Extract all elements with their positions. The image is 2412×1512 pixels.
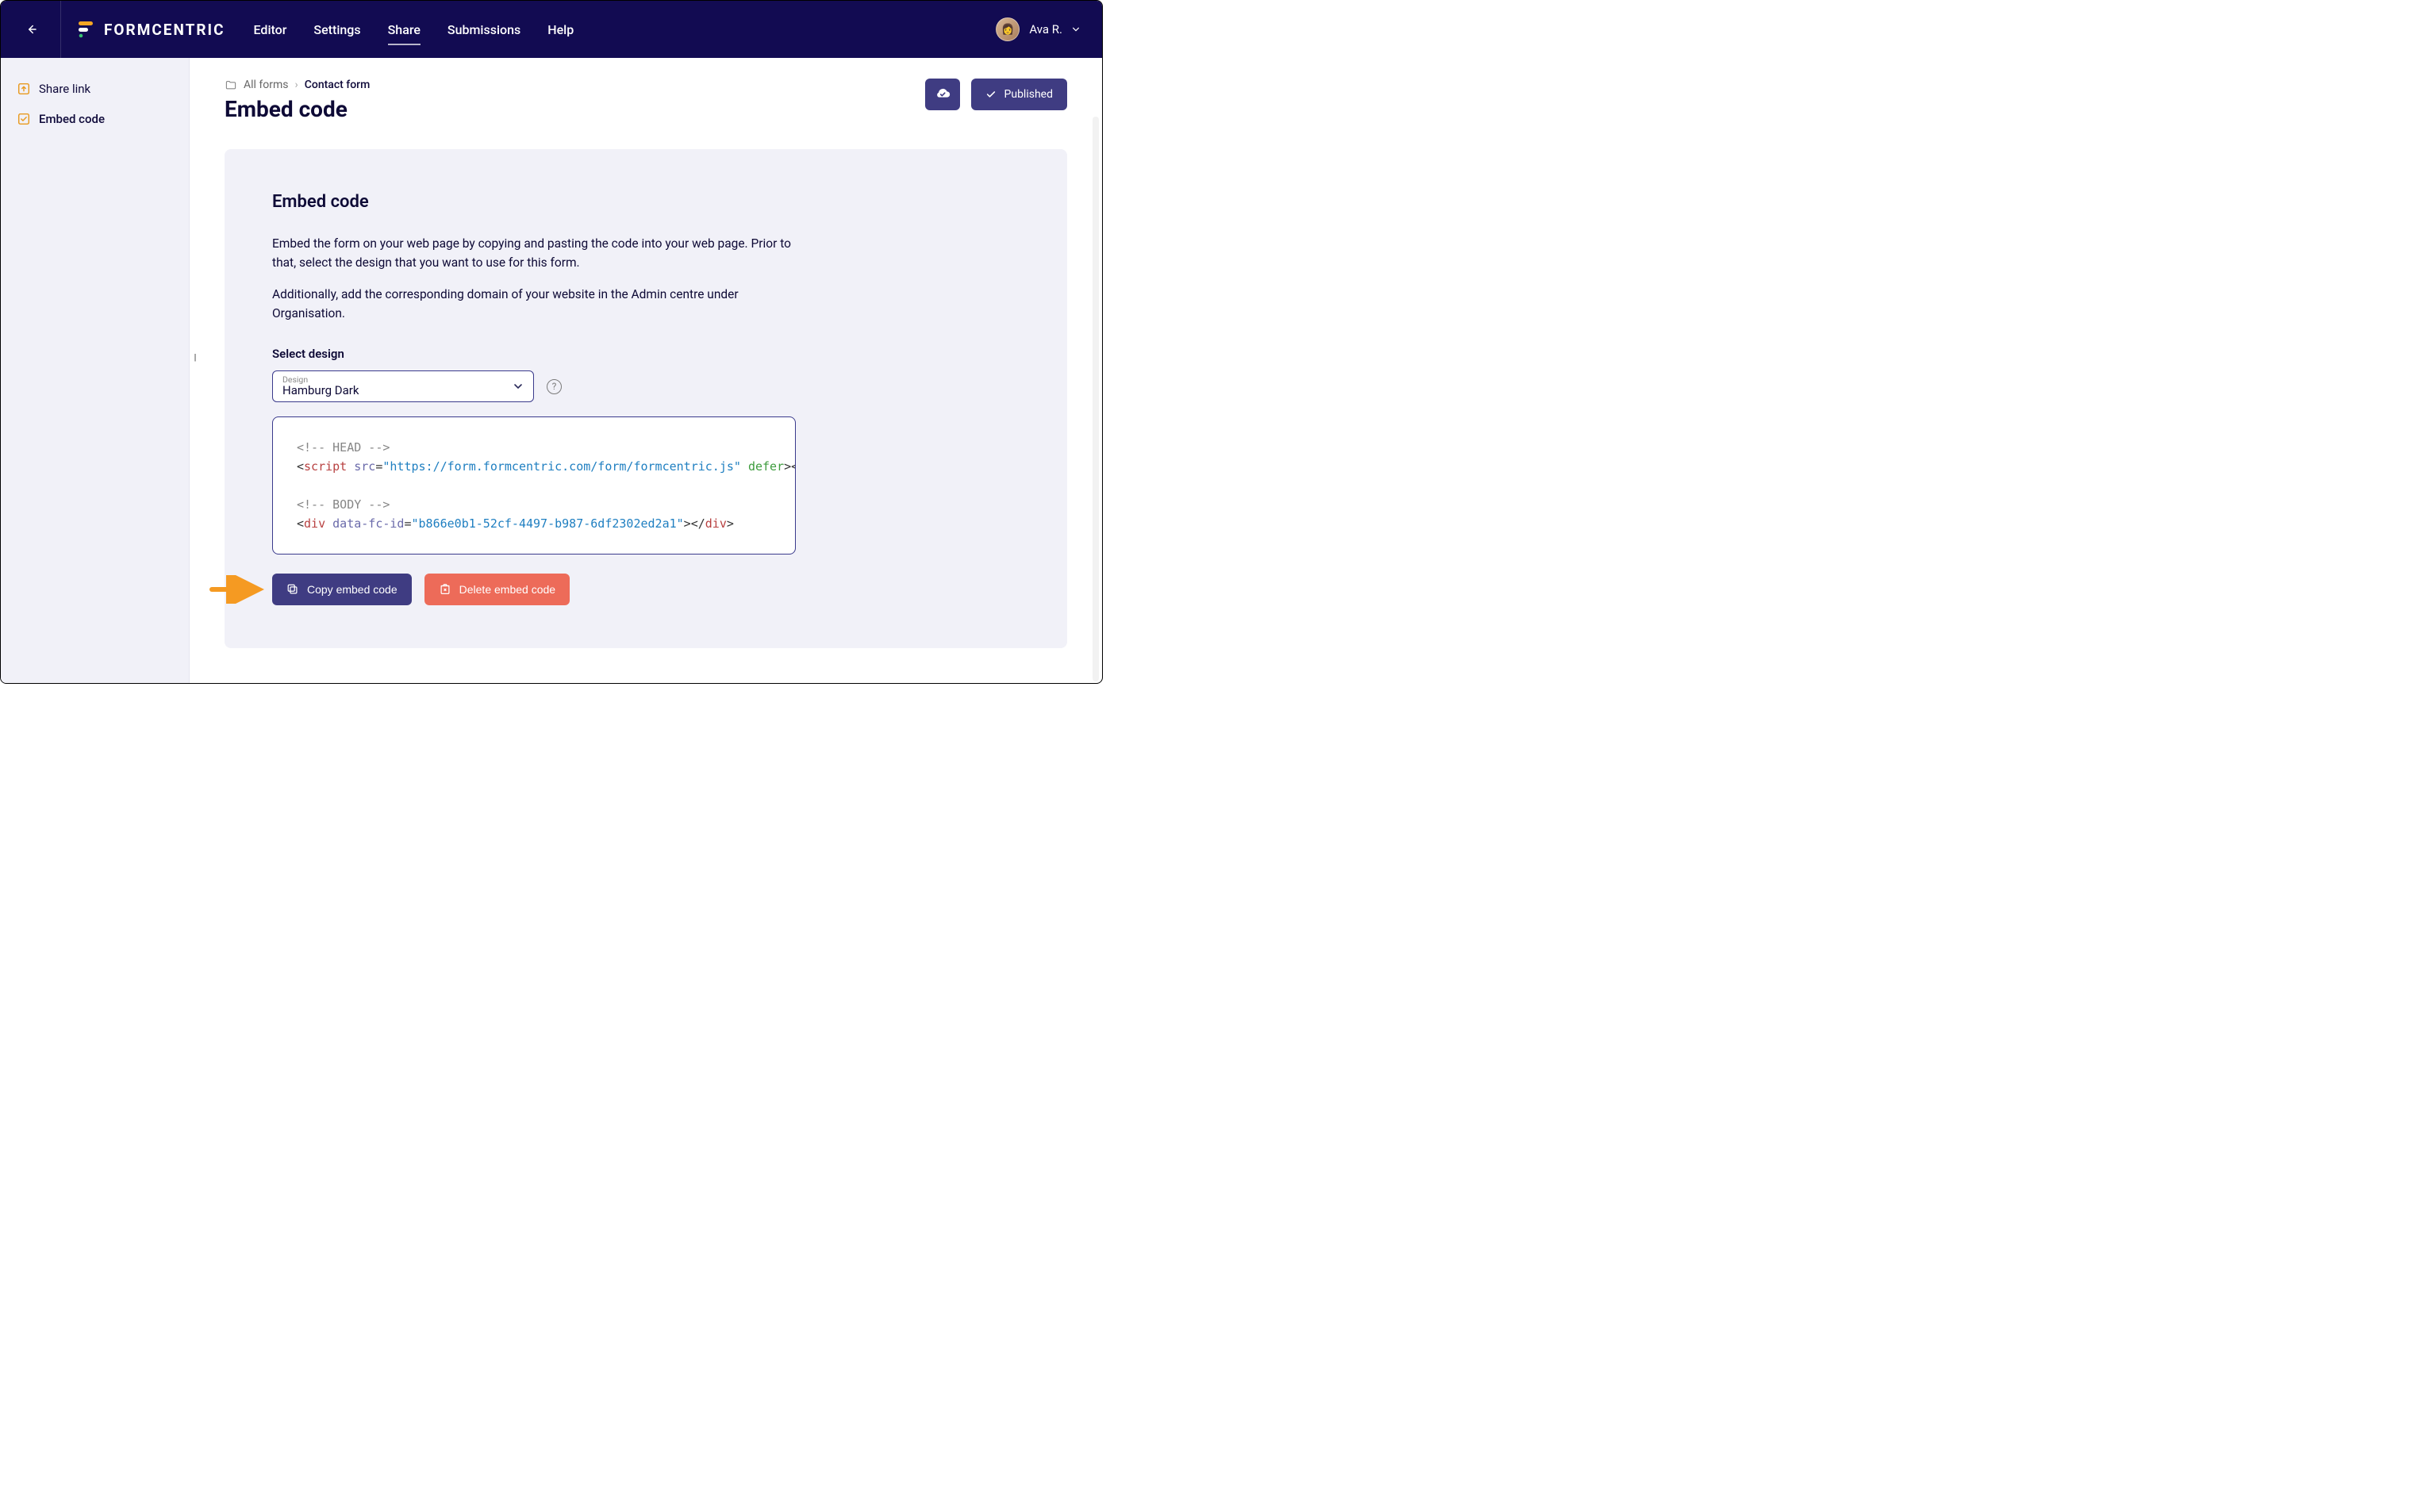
copy-icon	[286, 583, 299, 596]
code-head-comment: <!-- HEAD -->	[297, 440, 390, 455]
published-label: Published	[1004, 88, 1053, 101]
nav-item-submissions[interactable]: Submissions	[447, 17, 520, 42]
nav-item-editor[interactable]: Editor	[254, 17, 287, 42]
chevron-down-icon	[513, 381, 524, 392]
published-button[interactable]: Published	[971, 79, 1067, 110]
brand-logo[interactable]: FORMCENTRIC	[61, 20, 254, 39]
cloud-save-button[interactable]	[925, 79, 960, 110]
page-top-actions: Published	[925, 79, 1067, 110]
vertical-scrollbar[interactable]	[1091, 117, 1100, 681]
chevron-down-icon	[1072, 25, 1080, 33]
page-header-row: All forms › Contact form Embed code Publ…	[225, 79, 1067, 122]
left-sidebar: Share link Embed code	[1, 58, 190, 683]
design-help-button[interactable]: ?	[547, 379, 562, 394]
top-header: FORMCENTRIC Editor Settings Share Submis…	[1, 1, 1102, 58]
design-select[interactable]: Design Hamburg Dark	[272, 370, 534, 402]
sidebar-item-label: Embed code	[39, 112, 105, 126]
logo-icon	[79, 20, 94, 39]
cloud-check-icon	[934, 86, 951, 103]
check-icon	[985, 89, 997, 100]
delete-button-label: Delete embed code	[459, 583, 555, 596]
sidebar-item-label: Share link	[39, 82, 90, 96]
embed-check-icon	[17, 112, 31, 126]
user-menu[interactable]: 👩 Ava R.	[996, 17, 1080, 41]
card-button-row: Copy embed code Delete embed code	[272, 574, 1020, 605]
title-block: All forms › Contact form Embed code	[225, 79, 370, 122]
select-design-label: Select design	[272, 347, 1020, 361]
delete-icon	[439, 583, 451, 596]
nav-item-share[interactable]: Share	[388, 17, 421, 42]
nav-item-help[interactable]: Help	[547, 17, 574, 42]
copy-embed-code-button[interactable]: Copy embed code	[272, 574, 412, 605]
folder-icon	[225, 79, 237, 91]
arrow-left-icon	[24, 22, 38, 36]
nav-item-settings[interactable]: Settings	[313, 17, 360, 42]
breadcrumb-separator: ›	[295, 79, 298, 91]
body-area: Share link Embed code || All forms › Con…	[1, 58, 1102, 683]
embed-card: Embed code Embed the form on your web pa…	[225, 149, 1067, 648]
page-title: Embed code	[225, 96, 370, 122]
main-nav: Editor Settings Share Submissions Help	[254, 1, 574, 58]
design-floating-label: Design	[282, 374, 308, 385]
card-description-2: Additionally, add the corresponding doma…	[272, 285, 796, 323]
breadcrumb-root[interactable]: All forms	[244, 79, 289, 91]
code-script-src: https://form.formcentric.com/form/formce…	[390, 459, 733, 474]
app-window: FORMCENTRIC Editor Settings Share Submis…	[0, 0, 1103, 684]
embed-code-box[interactable]: <!-- HEAD --> <script src="https://form.…	[272, 416, 796, 555]
annotation-arrow-icon	[209, 575, 264, 604]
card-description-1: Embed the form on your web page by copyi…	[272, 234, 796, 272]
avatar: 👩	[996, 17, 1020, 41]
select-design-row: Design Hamburg Dark ?	[272, 370, 1020, 402]
header-left: FORMCENTRIC Editor Settings Share Submis…	[1, 1, 574, 58]
back-button[interactable]	[1, 1, 61, 58]
brand-name: FORMCENTRIC	[104, 21, 225, 39]
code-fc-id: b866e0b1-52cf-4497-b987-6df2302ed2a1	[419, 516, 677, 531]
copy-button-label: Copy embed code	[307, 583, 398, 596]
sidebar-item-embed-code[interactable]: Embed code	[12, 104, 178, 134]
user-display-name: Ava R.	[1029, 22, 1062, 36]
breadcrumb-current: Contact form	[305, 79, 371, 91]
sidebar-item-share-link[interactable]: Share link	[12, 74, 178, 104]
breadcrumb: All forms › Contact form	[225, 79, 370, 91]
design-selected-value: Hamburg Dark	[282, 383, 359, 397]
main-content: All forms › Contact form Embed code Publ…	[190, 58, 1102, 683]
delete-embed-code-button[interactable]: Delete embed code	[424, 574, 570, 605]
share-up-icon	[17, 82, 31, 96]
code-body-comment: <!-- BODY -->	[297, 497, 390, 512]
card-title: Embed code	[272, 192, 1020, 212]
